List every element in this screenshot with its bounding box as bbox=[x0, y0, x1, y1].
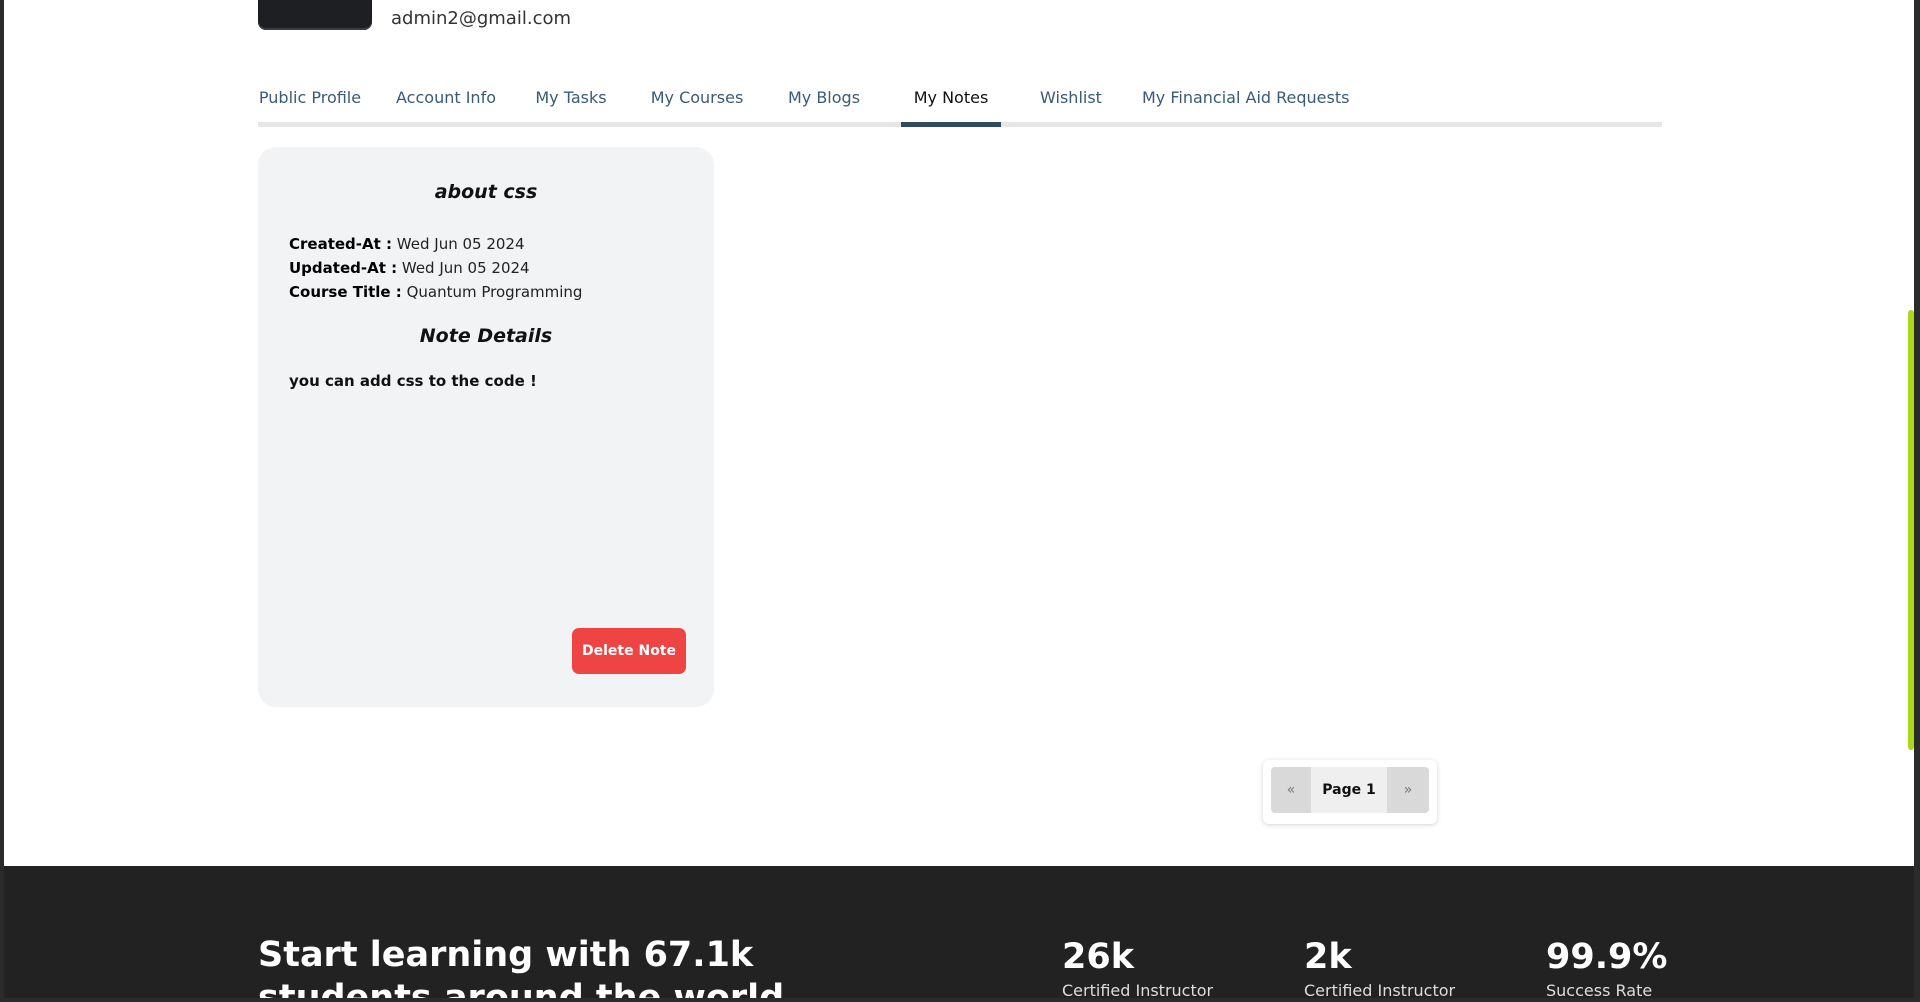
delete-note-button[interactable]: Delete Note bbox=[572, 628, 686, 674]
user-email: admin2@gmail.com bbox=[391, 8, 572, 29]
tab-my-notes[interactable]: My Notes bbox=[901, 86, 1001, 127]
pagination-prev-button[interactable]: « bbox=[1271, 767, 1311, 813]
stat-value: 26k bbox=[1062, 937, 1134, 977]
footer-headline: Start learning with 67.1k students aroun… bbox=[258, 935, 785, 998]
stat-value: 2k bbox=[1304, 937, 1352, 977]
course-label: Course Title : bbox=[289, 283, 402, 301]
stat-success-rate: 99.9% Success Rate bbox=[1546, 936, 1667, 998]
pagination-next-button[interactable]: » bbox=[1387, 767, 1429, 813]
note-title: about css bbox=[434, 181, 538, 203]
created-value: Wed Jun 05 2024 bbox=[396, 235, 525, 253]
stat-instructors-2: 2k Certified Instructor bbox=[1304, 936, 1455, 998]
stat-value: 99.9% bbox=[1546, 937, 1668, 977]
created-label: Created-At : bbox=[289, 235, 393, 253]
tab-my-courses[interactable]: My Courses bbox=[647, 86, 747, 122]
tab-account-info[interactable]: Account Info bbox=[396, 86, 496, 122]
note-body: you can add css to the code ! bbox=[289, 372, 537, 390]
stat-label: Certified Instructor bbox=[1062, 981, 1214, 998]
tab-my-tasks[interactable]: My Tasks bbox=[530, 86, 612, 122]
stat-instructors: 26k Certified Instructor bbox=[1062, 936, 1213, 998]
course-value: Quantum Programming bbox=[406, 283, 583, 301]
note-updated: Updated-At : Wed Jun 05 2024 bbox=[289, 259, 530, 277]
avatar bbox=[258, 0, 372, 30]
tab-my-blogs[interactable]: My Blogs bbox=[782, 86, 866, 122]
note-card: about css Created-At : Wed Jun 05 2024 U… bbox=[258, 147, 714, 707]
note-course: Course Title : Quantum Programming bbox=[289, 283, 582, 301]
page: admin2@gmail.com Public Profile Account … bbox=[4, 0, 1914, 998]
scrollbar-thumb[interactable] bbox=[1908, 310, 1914, 750]
note-details-heading: Note Details bbox=[419, 325, 553, 347]
footer: Start learning with 67.1k students aroun… bbox=[4, 866, 1914, 998]
profile-tabs: Public Profile Account Info My Tasks My … bbox=[258, 86, 1662, 127]
tab-public-profile[interactable]: Public Profile bbox=[258, 86, 362, 122]
pagination: « Page 1 » bbox=[1263, 760, 1437, 824]
updated-label: Updated-At : bbox=[289, 259, 398, 277]
pagination-current-page: Page 1 bbox=[1311, 767, 1387, 813]
tab-my-financial-aid-requests[interactable]: My Financial Aid Requests bbox=[1142, 86, 1349, 122]
note-created: Created-At : Wed Jun 05 2024 bbox=[289, 235, 525, 253]
stat-label: Certified Instructor bbox=[1304, 981, 1456, 998]
updated-value: Wed Jun 05 2024 bbox=[401, 259, 530, 277]
tab-wishlist[interactable]: Wishlist bbox=[1035, 86, 1107, 122]
stat-label: Success Rate bbox=[1546, 981, 1653, 998]
